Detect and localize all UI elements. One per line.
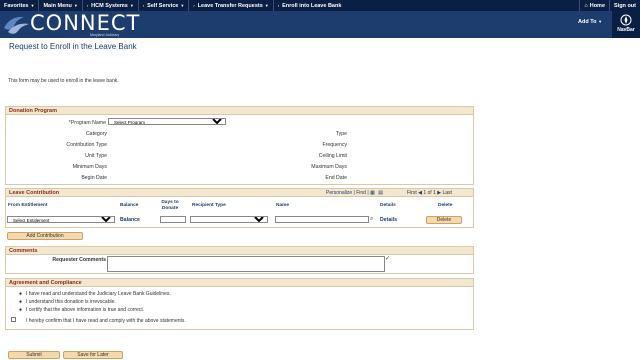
grid-toolbar: Personalize | Find | ▦ ▤ bbox=[326, 190, 383, 196]
frequency-label: Frequency bbox=[322, 142, 347, 148]
top-right-links: ⌂ Home Sign out bbox=[579, 0, 640, 11]
chevron-down-icon: ▼ bbox=[598, 19, 603, 24]
add-contribution-button[interactable]: Add Contribution bbox=[7, 232, 83, 240]
compass-icon bbox=[620, 14, 632, 26]
chevron-down-icon: ▼ bbox=[264, 3, 269, 8]
breadcrumb-separator-icon: › bbox=[142, 3, 145, 8]
minimum-days-label: Minimum Days bbox=[72, 164, 107, 170]
begin-date-label: Begin Date bbox=[81, 175, 107, 181]
breadcrumb-separator-icon: › bbox=[193, 3, 195, 8]
first-link[interactable]: First bbox=[407, 190, 417, 196]
nav-hcm-systems[interactable]: › HCM Systems ▼ bbox=[83, 0, 139, 11]
chevron-down-icon: ▼ bbox=[180, 3, 185, 8]
contribution-type-label: Contribution Type bbox=[66, 142, 107, 148]
confirm-statement: I hereby confirm that I have read and co… bbox=[26, 318, 186, 324]
ceiling-limit-label: Ceiling Limit bbox=[318, 153, 347, 159]
category-label: Category bbox=[85, 131, 107, 137]
leave-contribution-header: Leave Contribution bbox=[6, 189, 473, 197]
personalize-link[interactable]: Personalize bbox=[326, 190, 352, 196]
top-navigation-bar: Favorites ▼ Main Menu ▼ › HCM Systems ▼ › Sel… bbox=[0, 0, 640, 11]
comments-header: Comments bbox=[6, 247, 473, 255]
app-brand-subtitle: Maryland Judiciary bbox=[90, 33, 120, 37]
navbar-label: NavBar bbox=[617, 27, 635, 33]
add-to-label: Add To bbox=[578, 19, 597, 25]
maximum-days-label: Maximum Days bbox=[311, 164, 347, 170]
nav-favorites-label: Favorites bbox=[4, 2, 29, 9]
agreement-statement-2: I understand this donation is irrevocabl… bbox=[26, 299, 116, 305]
agreement-statement-3: I certify that the above information is … bbox=[26, 307, 145, 313]
confirm-checkbox[interactable] bbox=[11, 317, 16, 322]
page-info: 1 of 1 bbox=[423, 190, 436, 196]
nav-self-service-label: Self Service bbox=[147, 2, 179, 9]
page-title: Request to Enroll in the Leave Bank bbox=[9, 42, 137, 51]
home-label: Home bbox=[589, 2, 605, 9]
requester-comments-label: Requester Comments bbox=[52, 257, 106, 263]
name-input[interactable] bbox=[275, 216, 369, 223]
chevron-down-icon: ▼ bbox=[73, 3, 78, 8]
nav-enroll-leave-bank[interactable]: › Enroll into Leave Bank bbox=[274, 0, 346, 11]
home-icon: ⌂ bbox=[584, 2, 588, 9]
bullet-icon: ● bbox=[19, 307, 23, 313]
breadcrumb-separator-icon: › bbox=[277, 3, 280, 8]
nav-leave-transfer-requests[interactable]: › Leave Transfer Requests ▼ bbox=[189, 0, 274, 11]
submit-button[interactable]: Submit bbox=[8, 351, 60, 359]
bullet-icon: ● bbox=[19, 291, 23, 297]
col-name: Name bbox=[276, 203, 290, 208]
pagination: First ◀ 1 of 1 ▶ Last bbox=[407, 190, 452, 196]
nav-leave-transfer-label: Leave Transfer Requests bbox=[197, 2, 263, 9]
search-icon[interactable]: ⌕ bbox=[370, 216, 373, 223]
nav-self-service[interactable]: › Self Service ▼ bbox=[139, 0, 190, 11]
end-date-label: End Date bbox=[325, 175, 347, 181]
col-balance: Balance bbox=[120, 203, 139, 208]
chevron-down-icon: ▼ bbox=[30, 3, 35, 8]
requester-comments-textarea[interactable] bbox=[107, 256, 385, 272]
last-link[interactable]: Last bbox=[443, 190, 452, 196]
nav-enroll-label: Enroll into Leave Bank bbox=[282, 2, 342, 9]
nav-hcm-systems-label: HCM Systems bbox=[91, 2, 128, 9]
app-brand: CONNECT bbox=[30, 11, 141, 35]
find-link[interactable]: Find bbox=[356, 190, 366, 196]
sign-out-label: Sign out bbox=[614, 2, 636, 9]
view-all-icon[interactable]: ▦ bbox=[370, 190, 375, 196]
unit-type-label: Unit Type bbox=[85, 153, 107, 159]
add-to-menu[interactable]: Add To ▼ bbox=[578, 19, 602, 25]
download-icon[interactable]: ▤ bbox=[378, 190, 383, 196]
branding-header: CONNECT Maryland Judiciary Add To ▼ NavB… bbox=[0, 11, 640, 38]
donation-program-header: Donation Program bbox=[6, 107, 473, 115]
type-label: Type bbox=[335, 131, 347, 137]
days-to-donate-input[interactable] bbox=[160, 216, 186, 223]
col-details: Details bbox=[380, 203, 396, 208]
judiciary-seal-logo bbox=[4, 16, 29, 34]
program-name-label: *Program Name bbox=[68, 120, 106, 126]
home-link[interactable]: ⌂ Home bbox=[579, 0, 609, 11]
agreement-statement-1: I have read and understand the Judiciary… bbox=[26, 291, 171, 297]
recipient-type-select[interactable] bbox=[190, 216, 268, 223]
bullet-icon: ● bbox=[19, 299, 23, 305]
chevron-down-icon: ▼ bbox=[129, 3, 134, 8]
col-delete: Delete bbox=[438, 203, 453, 208]
balance-link[interactable]: Balance bbox=[120, 217, 140, 223]
col-recipient-type: Recipient Type bbox=[192, 203, 226, 208]
entitlement-select[interactable]: Select Entitlement bbox=[7, 216, 115, 223]
delete-button[interactable]: Delete bbox=[426, 216, 462, 224]
page-intro: This form may be used to enroll in the l… bbox=[8, 78, 119, 84]
agreement-header: Agreement and Compliance bbox=[6, 279, 473, 287]
nav-main-menu[interactable]: Main Menu ▼ bbox=[39, 0, 83, 11]
spellcheck-icon[interactable]: ✓ bbox=[385, 255, 390, 262]
navbar-button[interactable]: NavBar bbox=[612, 11, 640, 38]
save-for-later-button[interactable]: Save for Later bbox=[63, 351, 123, 359]
col-from-entitlement: From Entitlement bbox=[8, 203, 48, 208]
nav-favorites[interactable]: Favorites ▼ bbox=[0, 0, 40, 11]
sign-out-link[interactable]: Sign out bbox=[609, 0, 640, 11]
breadcrumb-separator-icon: › bbox=[86, 3, 89, 8]
details-link[interactable]: Details bbox=[380, 217, 397, 223]
program-name-select[interactable]: Select Program bbox=[108, 118, 226, 125]
nav-main-menu-label: Main Menu bbox=[43, 2, 72, 9]
col-days-to-donate: Days to Donate bbox=[161, 200, 179, 211]
